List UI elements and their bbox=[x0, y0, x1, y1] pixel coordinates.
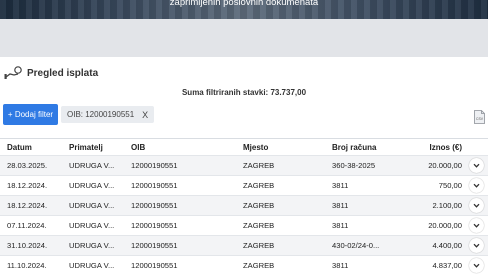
cell-broj-racuna: 3811 bbox=[325, 255, 404, 276]
page-title-row: Pregled isplata bbox=[4, 66, 98, 80]
cell-iznos: 750,00 bbox=[404, 175, 464, 196]
expand-row-button[interactable] bbox=[468, 198, 484, 213]
column-header-oib[interactable]: OIB bbox=[124, 138, 236, 156]
cell-broj-racuna: 3811 bbox=[325, 195, 404, 216]
cell-iznos: 20.000,00 bbox=[404, 155, 464, 176]
column-header-primatelj[interactable]: Primatelj bbox=[62, 138, 124, 156]
cell-oib: 12000190551 bbox=[124, 175, 236, 196]
expand-cell bbox=[464, 255, 488, 276]
cell-broj-racuna: 360-38-2025 bbox=[325, 155, 404, 176]
cell-mjesto: ZAGREB bbox=[236, 155, 325, 176]
chevron-down-icon bbox=[473, 183, 479, 188]
cell-iznos: 4.400,00 bbox=[404, 235, 464, 256]
cell-mjesto: ZAGREB bbox=[236, 195, 325, 216]
expand-cell bbox=[464, 175, 488, 196]
column-header-iznos[interactable]: Iznos (€) bbox=[404, 138, 464, 156]
cell-iznos: 2.100,00 bbox=[404, 195, 464, 216]
column-header-mjesto[interactable]: Mjesto bbox=[236, 138, 325, 156]
table-header-row: Datum Primatelj OIB Mjesto Broj računa I… bbox=[0, 138, 488, 156]
cell-mjesto: ZAGREB bbox=[236, 215, 325, 236]
cell-datum: 31.10.2024. bbox=[0, 235, 62, 256]
cell-primatelj: UDRUGA V... bbox=[62, 215, 124, 236]
cell-broj-racuna: 3811 bbox=[325, 175, 404, 196]
cell-oib: 12000190551 bbox=[124, 155, 236, 176]
cell-broj-racuna: 430-02/24-0... bbox=[325, 235, 404, 256]
column-header-datum[interactable]: Datum bbox=[0, 138, 62, 156]
expand-row-button[interactable] bbox=[468, 238, 484, 253]
cell-broj-racuna: 3811 bbox=[325, 215, 404, 236]
expand-cell bbox=[464, 235, 488, 256]
chevron-down-icon bbox=[473, 243, 479, 248]
expand-row-button[interactable] bbox=[468, 178, 484, 193]
chevron-down-icon bbox=[473, 263, 479, 268]
header-band bbox=[0, 19, 488, 57]
hand-money-icon bbox=[4, 66, 24, 80]
add-filter-button[interactable]: + Dodaj filter bbox=[3, 104, 58, 125]
expand-cell bbox=[464, 155, 488, 176]
table-row[interactable]: 11.10.2024. UDRUGA V... 12000190551 ZAGREB 3… bbox=[0, 255, 488, 276]
table-row[interactable]: 31.10.2024. UDRUGA V... 12000190551 ZAGREB 4… bbox=[0, 235, 488, 256]
cell-datum: 28.03.2025. bbox=[0, 155, 62, 176]
table-row[interactable]: 18.12.2024. UDRUGA V... 12000190551 ZAGREB 3… bbox=[0, 175, 488, 196]
cell-primatelj: UDRUGA V... bbox=[62, 235, 124, 256]
banner-caption: zaprimljenih poslovnih dokumenata bbox=[169, 0, 319, 8]
expand-cell bbox=[464, 195, 488, 216]
table-row[interactable]: 28.03.2025. UDRUGA V... 12000190551 ZAGREB 3… bbox=[0, 155, 488, 176]
chevron-down-icon bbox=[473, 203, 479, 208]
cell-oib: 12000190551 bbox=[124, 235, 236, 256]
remove-filter-button[interactable]: X bbox=[142, 110, 148, 120]
expand-row-button[interactable] bbox=[468, 218, 484, 233]
filter-chip-label: OIB: 12000190551 bbox=[67, 110, 135, 119]
cell-oib: 12000190551 bbox=[124, 215, 236, 236]
cell-iznos: 20.000,00 bbox=[404, 215, 464, 236]
cell-mjesto: ZAGREB bbox=[236, 175, 325, 196]
header-banner: zaprimljenih poslovnih dokumenata bbox=[0, 0, 488, 19]
cell-iznos: 4.837,00 bbox=[404, 255, 464, 276]
filtered-sum: Suma filtriranih stavki: 73.737,00 bbox=[181, 88, 307, 97]
filter-chip-oib: OIB: 12000190551 X bbox=[61, 106, 155, 123]
column-header-expand bbox=[464, 138, 488, 156]
cell-primatelj: UDRUGA V... bbox=[62, 255, 124, 276]
csv-file-icon[interactable]: CSV bbox=[474, 110, 485, 124]
cell-primatelj: UDRUGA V... bbox=[62, 155, 124, 176]
payments-table: Datum Primatelj OIB Mjesto Broj računa I… bbox=[0, 138, 488, 276]
column-header-broj-racuna[interactable]: Broj računa bbox=[325, 138, 404, 156]
expand-row-button[interactable] bbox=[468, 158, 484, 173]
cell-mjesto: ZAGREB bbox=[236, 255, 325, 276]
table-row[interactable]: 07.11.2024. UDRUGA V... 12000190551 ZAGREB 3… bbox=[0, 215, 488, 236]
csv-label: CSV bbox=[476, 117, 484, 121]
table-row[interactable]: 18.12.2024. UDRUGA V... 12000190551 ZAGREB 3… bbox=[0, 195, 488, 216]
cell-datum: 11.10.2024. bbox=[0, 255, 62, 276]
chevron-down-icon bbox=[473, 223, 479, 228]
expand-row-button[interactable] bbox=[468, 258, 484, 274]
cell-datum: 07.11.2024. bbox=[0, 215, 62, 236]
page-title: Pregled isplata bbox=[27, 67, 99, 79]
cell-primatelj: UDRUGA V... bbox=[62, 195, 124, 216]
cell-mjesto: ZAGREB bbox=[236, 235, 325, 256]
cell-oib: 12000190551 bbox=[124, 195, 236, 216]
cell-oib: 12000190551 bbox=[124, 255, 236, 276]
cell-datum: 18.12.2024. bbox=[0, 195, 62, 216]
expand-cell bbox=[464, 215, 488, 236]
cell-primatelj: UDRUGA V... bbox=[62, 175, 124, 196]
cell-datum: 18.12.2024. bbox=[0, 175, 62, 196]
chevron-down-icon bbox=[473, 163, 479, 168]
